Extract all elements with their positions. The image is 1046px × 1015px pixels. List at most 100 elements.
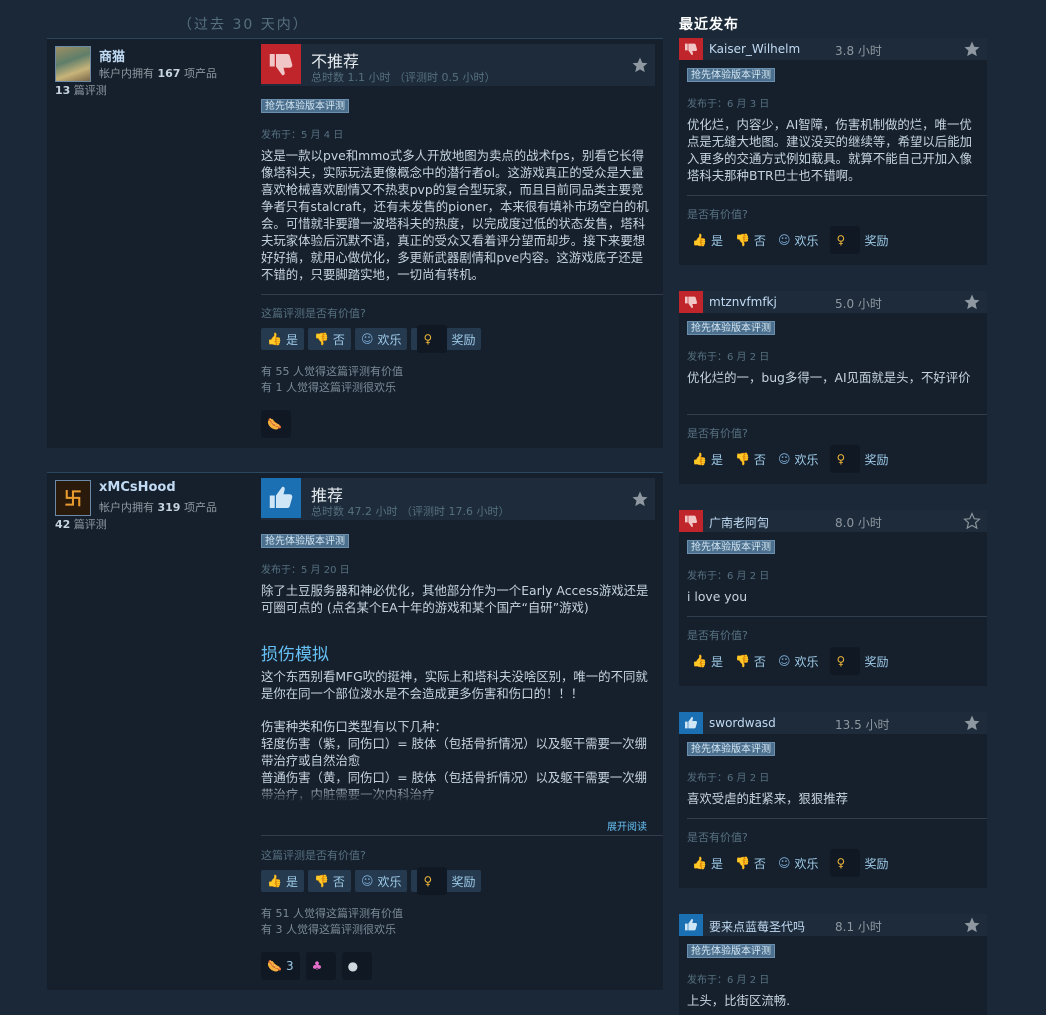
- thumbs-up-icon: 👍: [692, 233, 707, 247]
- award-button[interactable]: ♀ 奖励: [825, 445, 893, 473]
- award-icon: ♀: [830, 647, 861, 675]
- card-divider: [47, 472, 663, 473]
- vote-no-button[interactable]: 👎 否: [730, 852, 771, 874]
- vote-funny-button[interactable]: ☺ 欢乐: [354, 328, 408, 350]
- period-label: （过去 30 天内）: [178, 17, 309, 33]
- smiley-icon: ☺: [777, 654, 791, 668]
- award-item[interactable]: ●: [341, 952, 372, 980]
- thumbs-down-icon: [679, 510, 703, 532]
- section-text: 这个东西别看MFG吹的挺神，实际上和塔科夫没啥区别，唯一的不同就是你在同一个部位…: [261, 669, 648, 701]
- thumbs-up-icon: 👍: [267, 874, 282, 888]
- thumbs-down-icon: 👎: [734, 856, 750, 870]
- awards-row: 🌭: [261, 410, 291, 438]
- early-access-badge: 抢先体验版本评测: [687, 742, 775, 756]
- playtime: 3.8 小时: [835, 44, 882, 58]
- recent-review-card: swordwasd 13.5 小时 抢先体验版本评测 发布于：6 月 2 日 喜…: [679, 712, 987, 888]
- award-button[interactable]: ♀ 奖励: [825, 647, 893, 675]
- vote-funny-button[interactable]: ☺ 欢乐: [354, 870, 408, 892]
- vote-yes-button[interactable]: 👍 是: [687, 650, 728, 672]
- avatar[interactable]: [55, 46, 91, 82]
- review-body: 喜欢受虐的赶紧来，狠狠推荐: [687, 791, 849, 806]
- read-more-link[interactable]: 展开阅读: [607, 818, 647, 833]
- thumbs-up-icon: 👍: [692, 654, 707, 668]
- recent-review-header[interactable]: 要来点蓝莓圣代吗 8.1 小时: [679, 914, 987, 936]
- vote-no-button[interactable]: 👎 否: [307, 328, 351, 350]
- vote-yes-button[interactable]: 👍 是: [687, 852, 728, 874]
- star-icon[interactable]: [963, 40, 981, 62]
- award-button[interactable]: ♀ 奖励: [825, 226, 893, 254]
- review-header[interactable]: 不推荐 总时数 1.1 小时 （评测时 0.5 小时）: [261, 44, 655, 86]
- posted-date: 发布于：6 月 2 日: [687, 773, 770, 784]
- vote-funny-button[interactable]: ☺ 欢乐: [773, 852, 824, 874]
- recent-review-header[interactable]: swordwasd 13.5 小时: [679, 712, 987, 734]
- vote-no-button[interactable]: 👎 否: [730, 448, 771, 470]
- award-icon: ♀: [417, 867, 448, 895]
- divider: [261, 835, 663, 836]
- star-icon[interactable]: [963, 293, 981, 315]
- divider: [687, 414, 987, 415]
- thumbs-up-icon: [261, 478, 301, 518]
- review-header[interactable]: 推荐 总时数 47.2 小时 （评测时 17.6 小时）: [261, 478, 655, 520]
- vote-funny-button[interactable]: ☺ 欢乐: [773, 650, 824, 672]
- owned-products[interactable]: 帐户内拥有 319 项产品: [99, 499, 217, 515]
- reviewer-name[interactable]: swordwasd: [709, 716, 776, 730]
- posted-date: 发布于：6 月 2 日: [687, 352, 770, 363]
- recent-review-header[interactable]: Kaiser_Wilhelm 3.8 小时: [679, 38, 987, 60]
- review-count[interactable]: 13 篇评测: [55, 82, 107, 98]
- award-item[interactable]: 🌭: [261, 410, 291, 438]
- thumbs-up-icon: [679, 712, 703, 734]
- owned-products[interactable]: 帐户内拥有 167 项产品: [99, 65, 217, 81]
- award-button[interactable]: ♀ 奖励: [825, 849, 893, 877]
- damage-list: 伤害种类和伤口类型有以下几种： 轻度伤害（紫，同伤口）= 肢体（包括骨折情况）以…: [261, 718, 655, 803]
- reviewer-name[interactable]: 广南老阿訇: [709, 514, 769, 531]
- vote-yes-button[interactable]: 👍 是: [687, 229, 728, 251]
- posted-date: 发布于：6 月 3 日: [687, 99, 770, 110]
- thumbs-up-icon: 👍: [267, 332, 282, 346]
- recent-review-header[interactable]: mtznvfmfkj 5.0 小时: [679, 291, 987, 313]
- award-count: 3: [285, 959, 294, 973]
- reviewer-name[interactable]: 要来点蓝莓圣代吗: [709, 918, 805, 935]
- list-item: 普通伤害（黄，同伤口）= 肢体（包括骨折情况）以及躯干需要一次绷带治疗，内脏需要…: [261, 770, 648, 802]
- recent-title: 最近发布: [679, 17, 739, 33]
- review-body: 上头，比街区流畅.: [687, 993, 791, 1008]
- star-outline-icon[interactable]: [963, 512, 981, 534]
- review-count[interactable]: 42 篇评测: [55, 516, 107, 532]
- recent-review-card: mtznvfmfkj 5.0 小时 抢先体验版本评测 发布于：6 月 2 日 优…: [679, 291, 987, 484]
- reviewer-name[interactable]: mtznvfmfkj: [709, 295, 777, 309]
- vote-no-button[interactable]: 👎 否: [730, 229, 771, 251]
- avatar[interactable]: 卐: [55, 480, 91, 516]
- vote-no-button[interactable]: 👎 否: [307, 870, 351, 892]
- review-body: 优化烂，内容少，AI智障，伤害机制做的烂，唯一优点是无缝大地图。建议没买的继续等…: [687, 117, 972, 183]
- star-icon[interactable]: [631, 56, 649, 78]
- award-button[interactable]: ♀ 奖励: [411, 867, 482, 895]
- vote-yes-button[interactable]: 👍 是: [261, 870, 304, 892]
- helpful-question: 是否有价值?: [687, 427, 748, 440]
- vote-yes-button[interactable]: 👍 是: [687, 448, 728, 470]
- vote-no-button[interactable]: 👎 否: [730, 650, 771, 672]
- funny-stat: 有 1 人觉得这篇评测很欢乐: [261, 381, 396, 394]
- thumbs-down-icon: [679, 38, 703, 60]
- award-item[interactable]: ♣: [305, 952, 336, 980]
- award-item[interactable]: 🌭 3: [261, 952, 300, 980]
- vote-yes-button[interactable]: 👍 是: [261, 328, 304, 350]
- reviewer-name[interactable]: 商猫: [99, 46, 125, 65]
- review-card: 卐 xMCsHood 帐户内拥有 319 项产品 42 篇评测 推荐 总时数 4…: [47, 472, 663, 990]
- helpful-stat: 有 51 人觉得这篇评测有价值: [261, 907, 403, 920]
- vote-funny-button[interactable]: ☺ 欢乐: [773, 229, 824, 251]
- award-icon: ♀: [830, 849, 861, 877]
- section-heading: 损伤模拟: [261, 645, 329, 665]
- award-button[interactable]: ♀ 奖励: [411, 325, 482, 353]
- recent-review-header[interactable]: 广南老阿訇 8.0 小时: [679, 510, 987, 532]
- star-icon[interactable]: [963, 714, 981, 736]
- early-access-badge: 抢先体验版本评测: [687, 944, 775, 958]
- vote-bar: 👍 是 👎 否 ☺ 欢乐 ♀ 奖励: [261, 867, 482, 895]
- smiley-icon: ☺: [777, 452, 791, 466]
- smiley-icon: ☺: [360, 874, 374, 888]
- reviewer-name[interactable]: xMCsHood: [99, 480, 176, 495]
- playtime: 8.1 小时: [835, 920, 882, 934]
- star-icon[interactable]: [631, 490, 649, 512]
- star-icon[interactable]: [963, 916, 981, 938]
- reviewer-name[interactable]: Kaiser_Wilhelm: [709, 42, 800, 56]
- vote-bar: 👍 是 👎 否 ☺ 欢乐 ♀ 奖励: [687, 226, 893, 254]
- vote-funny-button[interactable]: ☺ 欢乐: [773, 448, 824, 470]
